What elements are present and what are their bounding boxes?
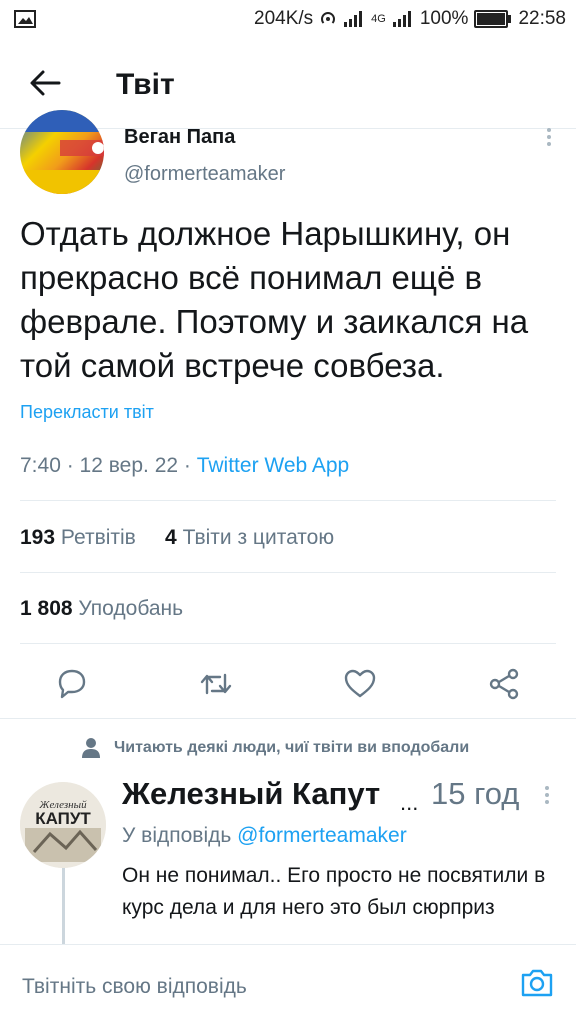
reply-author-name[interactable]: Железный Капут — [122, 776, 380, 812]
replying-to-label: У відповідь — [122, 824, 232, 847]
reply-text: Он не понимал.. Его просто не посвятили … — [122, 864, 546, 919]
battery-icon — [474, 10, 512, 28]
social-context-text: Читають деякі люди, чиї твіти ви вподоба… — [114, 739, 470, 756]
back-arrow-icon[interactable] — [28, 68, 62, 98]
reply-avatar[interactable]: Железный КАПУТ — [20, 782, 106, 868]
app-header: Твіт — [0, 40, 576, 129]
battery-percent: 100% — [419, 8, 469, 29]
tweet-date: 12 вер. 22 — [79, 454, 179, 477]
page-title: Твіт — [116, 68, 175, 101]
retweet-icon[interactable] — [198, 666, 234, 702]
network-type: 4G — [371, 13, 386, 25]
like-icon[interactable] — [342, 666, 378, 702]
status-bar: 204K/s 4G 100% 22:58 — [0, 0, 576, 40]
divider — [20, 572, 556, 573]
more-vertical-icon[interactable] — [544, 786, 550, 806]
image-icon — [14, 10, 36, 28]
author-name[interactable]: Веган Папа — [124, 126, 235, 149]
tweet-text: Отдать должное Нарышкину, он прекрасно в… — [20, 215, 529, 384]
tweet-meta: 7:40 · 12 вер. 22 · Twitter Web App — [20, 454, 350, 477]
replying-to-handle[interactable]: @formerteamaker — [237, 824, 407, 847]
author-handle[interactable]: @formerteamaker — [124, 163, 285, 186]
avatar[interactable] — [20, 110, 104, 194]
tweet-time: 7:40 — [20, 454, 61, 477]
retweet-count: 193 — [20, 526, 56, 549]
more-vertical-icon[interactable] — [546, 128, 552, 148]
name-ellipsis: ... — [400, 790, 419, 815]
divider — [20, 500, 556, 501]
divider — [20, 643, 556, 644]
share-icon[interactable] — [486, 666, 522, 702]
social-context: Читають деякі люди, чиї твіти ви вподоба… — [82, 738, 469, 758]
camera-icon[interactable] — [520, 967, 554, 999]
reply-icon[interactable] — [54, 666, 90, 702]
quote-count: 4 — [165, 526, 177, 549]
replying-to: У відповідь @formerteamaker — [122, 824, 407, 848]
thread-line — [62, 868, 65, 944]
like-stats[interactable]: 1 808 Уподобань — [20, 597, 183, 621]
network-speed: 204K/s — [254, 8, 314, 29]
retweet-stats[interactable]: 193 Ретвітів 4 Твіти з цитатою — [20, 526, 334, 550]
tweet-source[interactable]: Twitter Web App — [197, 454, 350, 477]
compose-bar: Твітніть свою відповідь — [0, 944, 576, 1025]
like-count: 1 808 — [20, 597, 73, 620]
retweet-label: Ретвітів — [60, 526, 136, 549]
clock: 22:58 — [518, 8, 566, 29]
tweet-actions — [0, 660, 576, 710]
reply-time: 15 год — [431, 776, 520, 811]
person-icon — [82, 738, 100, 758]
like-label: Уподобань — [78, 597, 184, 620]
signal-icon — [344, 11, 363, 27]
reply-input[interactable]: Твітніть свою відповідь — [22, 975, 247, 999]
signal-icon — [392, 11, 411, 27]
translate-tweet-link[interactable]: Перекласти твіт — [20, 402, 154, 423]
quote-label: Твіти з цитатою — [182, 526, 335, 549]
hotspot-icon — [321, 12, 336, 24]
svg-text:КАПУТ: КАПУТ — [35, 809, 91, 828]
divider — [0, 718, 576, 719]
